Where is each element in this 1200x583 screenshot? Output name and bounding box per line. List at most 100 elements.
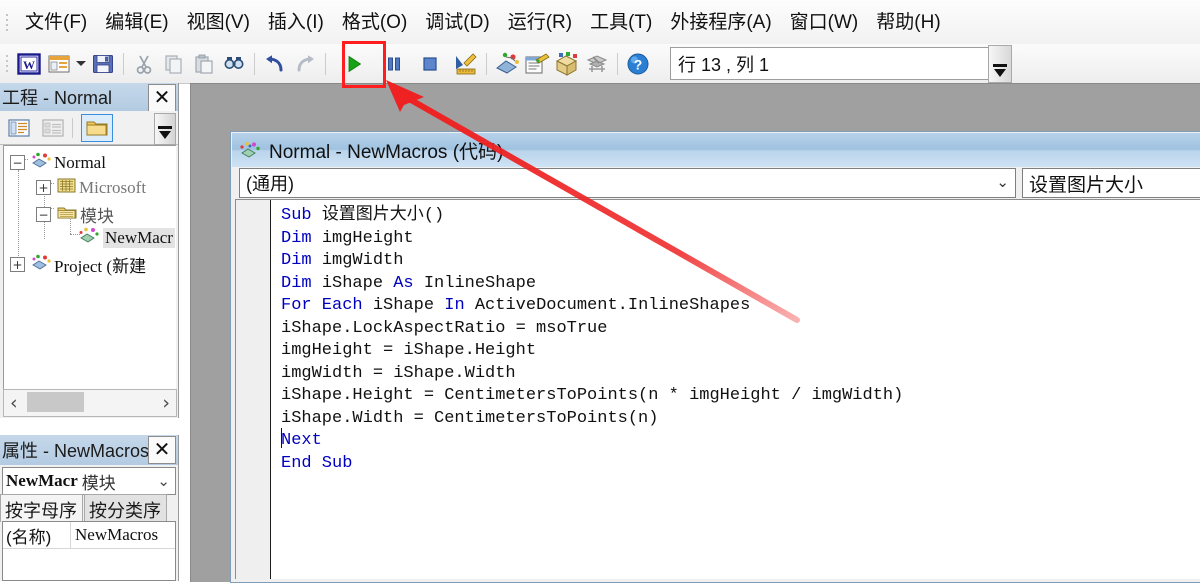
menu-run[interactable]: 运行(R): [499, 9, 581, 36]
chevron-down-icon[interactable]: ⌄: [157, 472, 170, 490]
collapse-icon[interactable]: −: [10, 155, 25, 170]
view-code-icon[interactable]: [4, 115, 34, 141]
properties-titlebar[interactable]: 属性 - NewMacros ✕: [0, 435, 178, 465]
properties-grid[interactable]: (名称) NewMacros: [2, 521, 176, 581]
menubar-drag-handle[interactable]: [2, 9, 12, 35]
code-line[interactable]: For Each iShape In ActiveDocument.Inline…: [281, 295, 903, 318]
view-word-icon[interactable]: W: [14, 49, 44, 79]
find-icon[interactable]: [219, 49, 249, 79]
close-icon[interactable]: ✕: [148, 84, 176, 112]
stop-icon[interactable]: [415, 49, 445, 79]
text-caret: [281, 428, 282, 448]
code-line[interactable]: Dim imgWidth: [281, 250, 903, 273]
properties-object-kind: 模块: [81, 473, 116, 493]
menu-window[interactable]: 窗口(W): [781, 9, 868, 36]
menu-view[interactable]: 视图(V): [178, 9, 259, 36]
vba-project-icon: [31, 152, 51, 173]
toolbar-separator: [617, 52, 618, 75]
scroll-left-icon[interactable]: ‹: [4, 392, 24, 414]
tree-node-normal[interactable]: − Normal: [10, 152, 106, 173]
view-object-icon[interactable]: [38, 115, 68, 141]
property-row[interactable]: (名称) NewMacros: [3, 522, 175, 549]
project-explorer-icon[interactable]: [492, 49, 522, 79]
expand-icon[interactable]: +: [10, 257, 25, 272]
code-token: Next: [281, 431, 322, 450]
expand-icon[interactable]: +: [36, 180, 51, 195]
procedure-name-combo[interactable]: 设置图片大小: [1022, 168, 1200, 198]
code-line[interactable]: iShape.LockAspectRatio = msoTrue: [281, 318, 903, 341]
tree-label: NewMacr: [103, 227, 175, 248]
project-toolbar-overflow-button[interactable]: [154, 113, 176, 145]
insert-userform-icon[interactable]: [44, 49, 74, 79]
tree-node-project[interactable]: + Project (新建: [10, 252, 146, 277]
procedure-scope-value: (通用): [246, 174, 294, 194]
insert-dropdown-caret[interactable]: [74, 49, 88, 79]
menu-tools[interactable]: 工具(T): [581, 9, 661, 36]
toolbox-icon[interactable]: [582, 49, 612, 79]
menu-insert[interactable]: 插入(I): [259, 9, 333, 36]
collapse-icon[interactable]: −: [36, 207, 51, 222]
code-line[interactable]: Sub 设置图片大小(): [281, 203, 903, 228]
code-line[interactable]: iShape.Height = CentimetersToPoints(n * …: [281, 385, 903, 408]
scroll-right-icon[interactable]: ›: [156, 392, 176, 414]
code-token: In: [444, 296, 475, 315]
project-tree-hscrollbar[interactable]: ‹ ›: [3, 389, 177, 417]
code-token: ActiveDocument.InlineShapes: [474, 296, 751, 315]
menu-format[interactable]: 格式(O): [333, 9, 416, 36]
menu-edit[interactable]: 编辑(E): [96, 9, 177, 36]
save-icon[interactable]: [88, 49, 118, 79]
code-margin-indicator-bar[interactable]: [236, 200, 271, 579]
design-mode-icon[interactable]: [451, 49, 481, 79]
properties-panel: 属性 - NewMacros ✕ NewMacr 模块 ⌄ 按字母序 按分类序 …: [0, 435, 179, 581]
project-explorer-panel: 工程 - Normal ✕ − Normal + Microsoft − 模块 …: [0, 83, 179, 418]
scrollbar-thumb[interactable]: [27, 392, 84, 412]
copy-icon[interactable]: [159, 49, 189, 79]
pause-icon[interactable]: [379, 49, 409, 79]
tree-node-modules[interactable]: − 模块: [36, 202, 114, 227]
code-line[interactable]: End Sub: [281, 453, 903, 476]
undo-icon[interactable]: [260, 49, 290, 79]
code-line[interactable]: Dim imgHeight: [281, 228, 903, 251]
code-line[interactable]: iShape.Width = CentimetersToPoints(n): [281, 408, 903, 431]
cut-icon[interactable]: [129, 49, 159, 79]
redo-icon[interactable]: [290, 49, 320, 79]
property-value[interactable]: NewMacros: [71, 522, 175, 548]
toolbar-overflow-button[interactable]: [988, 45, 1012, 83]
project-explorer-title: 工程 - Normal: [2, 88, 113, 108]
tree-label: 模块: [80, 207, 114, 226]
menu-addins[interactable]: 外接程序(A): [661, 9, 780, 36]
project-tree[interactable]: − Normal + Microsoft − 模块 NewMacr + Proj…: [3, 145, 176, 391]
procedure-scope-combo[interactable]: (通用) ⌄: [239, 168, 1016, 198]
code-token: iShape.Width = CentimetersToPoints(n): [281, 408, 659, 428]
menu-debug[interactable]: 调试(D): [416, 9, 498, 36]
properties-window-icon[interactable]: [522, 49, 552, 79]
code-token: iShape.LockAspectRatio = msoTrue: [281, 318, 608, 338]
code-line[interactable]: Next: [281, 430, 903, 453]
code-window-titlebar[interactable]: Normal - NewMacros (代码): [232, 133, 1200, 167]
close-icon[interactable]: ✕: [148, 436, 176, 464]
folder-modules-icon: [57, 204, 77, 225]
run-icon[interactable]: [339, 49, 369, 79]
code-text[interactable]: Sub 设置图片大小() Dim imgHeight Dim imgWidth Dim…: [281, 203, 903, 475]
paste-icon[interactable]: [189, 49, 219, 79]
code-line[interactable]: Dim iShape As InlineShape: [281, 273, 903, 296]
tab-alphabetic[interactable]: 按字母序: [0, 494, 83, 522]
properties-object-combo[interactable]: NewMacr 模块 ⌄: [2, 467, 176, 495]
chevron-down-icon[interactable]: ⌄: [996, 173, 1009, 191]
code-editor-area[interactable]: Sub 设置图片大小() Dim imgHeight Dim imgWidth Dim…: [235, 199, 1200, 579]
tree-node-newmacros[interactable]: NewMacr: [78, 227, 175, 248]
toolbar-drag-handle[interactable]: [2, 52, 11, 76]
code-token: Sub: [281, 206, 322, 225]
menu-help[interactable]: 帮助(H): [867, 9, 949, 36]
object-browser-icon[interactable]: [552, 49, 582, 79]
code-line[interactable]: imgHeight = iShape.Height: [281, 340, 903, 363]
project-explorer-titlebar[interactable]: 工程 - Normal ✕: [0, 83, 178, 112]
tree-node-microsoft[interactable]: + Microsoft: [36, 177, 146, 198]
toolbar-separator: [325, 52, 326, 75]
tab-categorized[interactable]: 按分类序: [84, 494, 167, 522]
toggle-folders-icon[interactable]: [81, 113, 113, 142]
code-token: 设置图片大小: [321, 204, 424, 223]
help-icon[interactable]: ?: [623, 49, 653, 79]
code-line[interactable]: imgWidth = iShape.Width: [281, 363, 903, 386]
menu-file[interactable]: 文件(F): [16, 9, 96, 36]
